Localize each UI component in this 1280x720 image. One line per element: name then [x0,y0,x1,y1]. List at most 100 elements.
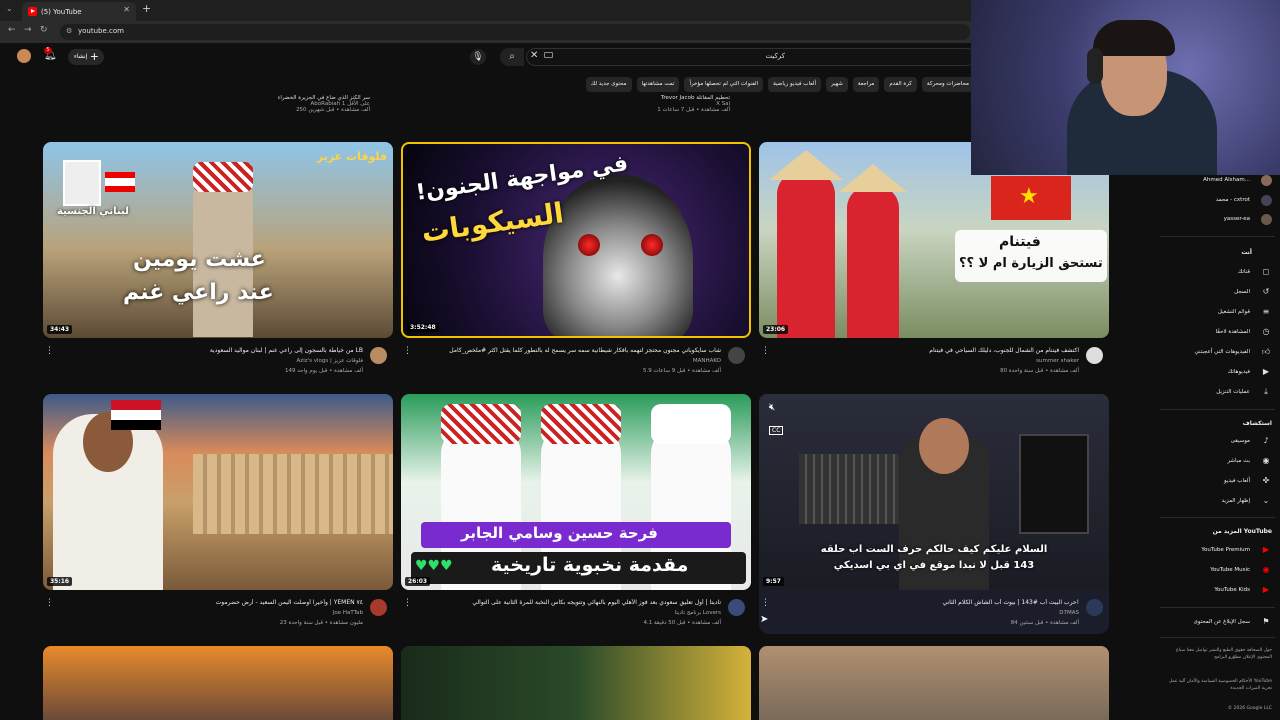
history-icon: ↺ [1262,287,1270,296]
chevron-down-icon: ⌄ [1262,496,1270,505]
create-button[interactable]: إنشاء + [68,49,104,65]
browser-tab[interactable]: (5) YouTube ✕ [22,2,136,21]
thumbnail-photo [63,160,101,206]
sidebar-item-watch-later[interactable]: ◷ المشاهدة لاحقًا [1216,327,1272,336]
partial-video[interactable]: سر الكنز الذي ضاع في الجزيرة الخضراء Abo… [200,95,370,113]
channel-name[interactable]: Aziz's vlogs | فلوقات عزيز [297,358,363,364]
sidebar-item-gaming[interactable]: ✜ ألعاب فيديو [1224,476,1272,485]
thumbs-up-icon: 👍︎ [1261,347,1271,356]
video-thumbnail[interactable] [401,646,751,720]
channel-avatar[interactable] [728,347,745,364]
url-field[interactable]: ⚙ youtube.com [60,24,970,40]
sidebar-item-your-videos[interactable]: ▶ فيديوهاتك [1228,367,1272,376]
video-thumbnail[interactable]: فرحة حسين وسامي الجابر مقدمة نخبوية تاري… [401,394,751,590]
avatar[interactable] [17,49,31,63]
channel-name[interactable]: برنامج تاديتا Lovers [675,610,721,616]
sidebar-subscription[interactable]: محمد - cxtrot [1216,195,1272,206]
more-options-icon[interactable]: ⋮ [761,598,770,608]
chip[interactable]: محتوى جديد لك [585,77,632,92]
sidebar-item-playlists[interactable]: ≡ قوائم التشغيل [1218,307,1272,316]
sidebar-item-show-more[interactable]: ⌄ إظهار المزيد [1222,496,1272,505]
chip[interactable]: كرة القدم [884,77,917,92]
keyboard-icon[interactable] [544,52,553,58]
clear-search-icon[interactable]: ✕ [530,50,538,61]
chip[interactable]: مراجعة [852,77,880,92]
video-thumbnail[interactable]: 35:16 [43,394,393,590]
sidebar-item-history[interactable]: ↺ السجل [1234,287,1272,296]
sidebar-item-music-app[interactable]: ◉ YouTube Music [1210,565,1272,574]
channel-avatar[interactable] [728,599,745,616]
back-icon[interactable]: ← [8,25,16,35]
channel-avatar [1261,214,1272,225]
video-title[interactable]: من خياطة بالسجون إلى راعي غنم | لبنان مو… [53,347,363,354]
sidebar-section-you[interactable]: أنت [1241,249,1252,256]
captions-icon[interactable]: CC [769,426,784,435]
mouse-cursor: ➤ [760,614,769,625]
channel-avatar[interactable] [1086,347,1103,364]
more-options-icon[interactable]: ⋮ [45,598,54,608]
close-tab-icon[interactable]: ✕ [123,5,130,14]
video-thumbnail[interactable]: فلوقات عزيز لبناني الجنسية عشت يومين عند… [43,142,393,338]
chip[interactable]: محاضرات ومحركة [921,77,974,92]
forward-icon[interactable]: → [24,25,32,35]
site-info-icon[interactable]: ⚙ [66,27,72,35]
sidebar-subscription[interactable]: Ahmed Alsham... [1203,175,1272,186]
more-options-icon[interactable]: ⋮ [761,346,770,356]
thumbnail-eye [578,234,600,256]
chip[interactable]: الفنوات التي لم تحصلها مؤخراً [684,77,764,92]
download-icon: ⤓ [1264,387,1268,396]
video-card-hovered[interactable]: 🔇︎ CC السلام عليكم كيف حالكم حرف الست اب… [759,394,1109,634]
thumbnail-headscarf [651,404,731,444]
sidebar-item-music[interactable]: ♪ موسيقى [1231,436,1272,445]
video-title[interactable]: حرب البيت أب #143 | بيوت أب الشاش الكلام… [769,599,1079,606]
footer-links[interactable]: حول الصحافة حقوق الطبع والنشر تواصل معنا… [1162,647,1272,661]
video-thumbnail[interactable] [43,646,393,720]
video-card[interactable]: في مواجهة الجنون! السيكوبات 3:52:48 شاب … [401,142,751,382]
video-card[interactable]: ★ فيتنام تستحق الزيارة ام لا ؟؟ 23:06 اك… [759,142,1109,382]
mute-icon[interactable]: 🔇︎ [769,402,775,413]
channel-avatar[interactable] [370,599,387,616]
video-title[interactable]: تاديتا | أول تعليق سعودي بعد فوز الأهلي … [411,599,721,606]
footer-links[interactable]: الأحكام الخصوصية السياسة والأمان آلية عم… [1162,678,1272,692]
webcam-overlay [971,0,1280,175]
channel-name[interactable]: summer shaker [1036,358,1079,364]
video-card[interactable]: فرحة حسين وسامي الجابر مقدمة نخبوية تاري… [401,394,751,634]
more-options-icon[interactable]: ⋮ [403,346,412,356]
video-title[interactable]: اكتشف فيتنام من الشمال للجنوب، دليلك الس… [769,347,1079,354]
chip[interactable]: تمت مشاهدتها [636,77,680,92]
flag-icon: ⚑ [1262,617,1270,626]
video-card[interactable]: فلوقات عزيز لبناني الجنسية عشت يومين عند… [43,142,393,382]
video-title[interactable]: شاب سايكوباتي مجنون محتجز لتهمه بأفكار ش… [411,347,721,354]
video-thumbnail[interactable] [759,646,1109,720]
sidebar-item-live[interactable]: ◉ بث مباشر [1227,456,1272,465]
new-tab-icon[interactable]: + [142,2,151,15]
microphone-icon[interactable]: 🎙︎ [470,49,486,65]
video-title[interactable]: وأخيراً أوصلت اليمن السعيد - أرض حضرموت … [53,599,363,606]
more-options-icon[interactable]: ⋮ [45,346,54,356]
chip[interactable]: ألعاب فيديو رياضية [768,77,821,92]
more-options-icon[interactable]: ⋮ [403,598,412,608]
sidebar-subscription[interactable]: yasser-ea [1224,214,1272,225]
sidebar-item-downloads[interactable]: ⤓ عمليات التنزيل [1216,387,1272,396]
channel-name[interactable]: MANHAKO [693,358,721,364]
channel-name[interactable]: Joe HaTTab [333,610,363,616]
sidebar-item-label: سجل الإبلاغ عن المحتوى [1193,619,1250,625]
channel-name[interactable]: D7MAS [1059,610,1079,616]
channel-avatar[interactable] [370,347,387,364]
sidebar-item-channel[interactable]: ◻ قناتك [1238,267,1272,276]
channel-avatar[interactable] [1086,599,1103,616]
video-thumbnail[interactable]: 🔇︎ CC السلام عليكم كيف حالكم حرف الست اب… [759,394,1109,590]
headphones-icon [1087,48,1103,84]
partial-video[interactable]: Trevor Jacob تحطيم المقاتلة X Sal 1 ألف … [530,95,730,113]
sidebar-item-report-history[interactable]: ⚑ سجل الإبلاغ عن المحتوى [1193,617,1272,626]
search-button[interactable]: ⌕ [500,48,524,66]
sidebar-item-kids[interactable]: ▶ YouTube Kids [1214,585,1272,594]
chip[interactable]: شهير [825,77,848,92]
sidebar-item-premium[interactable]: ▶ YouTube Premium [1201,545,1272,554]
video-thumbnail[interactable]: في مواجهة الجنون! السيكوبات 3:52:48 [401,142,751,338]
video-card[interactable]: 35:16 وأخيراً أوصلت اليمن السعيد - أرض ح… [43,394,393,634]
reload-icon[interactable]: ↻ [40,25,48,35]
sidebar-item-liked[interactable]: 👍︎ الفيديوهات التي أعجبتني [1194,347,1272,356]
tab-search-icon[interactable]: ⌄ [6,4,13,13]
search-input[interactable]: كركيت [526,48,976,66]
